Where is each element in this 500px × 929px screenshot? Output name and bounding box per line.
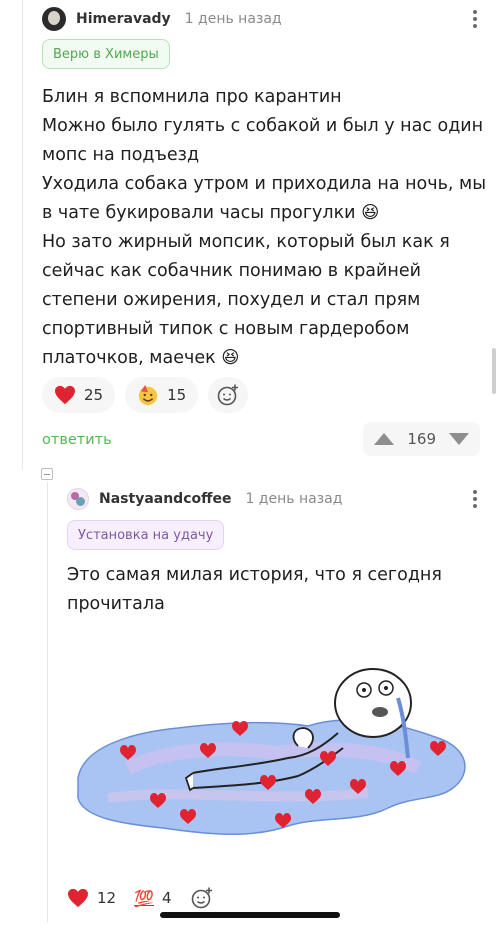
- reply-link[interactable]: ответить: [42, 432, 112, 448]
- avatar[interactable]: [67, 488, 89, 510]
- comment-header: Himeravady 1 день назад: [42, 6, 480, 32]
- timestamp[interactable]: 1 день назад: [185, 11, 282, 27]
- upvote-icon[interactable]: [373, 432, 395, 446]
- more-options-icon[interactable]: [470, 488, 480, 510]
- avatar[interactable]: [42, 7, 66, 31]
- reply-line: прочитала: [67, 594, 165, 614]
- rating-value: 169: [407, 430, 436, 448]
- comment-line: Но зато жирный мопсик, который был как я: [42, 232, 450, 252]
- reaction-count: 15: [167, 386, 187, 404]
- heart-icon: [55, 385, 75, 405]
- comment-line: спортивный типок с новым гардеробом: [42, 319, 410, 339]
- reply-header: Nastyaandcoffee 1 день назад: [67, 486, 480, 512]
- scrollbar[interactable]: [492, 348, 496, 394]
- comment-footer: ответить 169: [42, 422, 480, 456]
- user-badge[interactable]: Верю в Химеры: [42, 39, 170, 69]
- comment-line: Блин я вспомнила про карантин: [42, 87, 342, 107]
- reaction-party-face[interactable]: 15: [125, 377, 199, 413]
- user-badge[interactable]: Установка на удачу: [67, 520, 225, 550]
- add-reaction-icon: [191, 887, 212, 909]
- username[interactable]: Himeravady: [76, 11, 171, 27]
- comment-line: платочков, маечек 😆: [42, 348, 240, 368]
- reaction-count: 12: [97, 889, 117, 907]
- reaction-count: 25: [84, 386, 104, 404]
- thread-line: [22, 0, 23, 470]
- party-face-icon: [138, 384, 158, 406]
- collapse-thread-button[interactable]: [41, 468, 53, 480]
- comment-line: Можно было гулять с собакой и был у нас …: [42, 116, 484, 136]
- hundred-points-icon: 💯: [134, 888, 155, 908]
- add-reaction-button[interactable]: [190, 880, 214, 916]
- add-reaction-icon: [217, 384, 239, 406]
- username[interactable]: Nastyaandcoffee: [99, 491, 231, 507]
- reply-line: Это самая милая история, что я сегодня: [67, 565, 442, 585]
- reaction-hundred[interactable]: 💯 4: [134, 880, 171, 916]
- downvote-icon[interactable]: [448, 432, 470, 446]
- comment-text: Блин я вспомнила про карантин Можно было…: [42, 83, 487, 373]
- comment-line: сейчас как собачник понимаю в крайней: [42, 261, 421, 281]
- comment-line: степени ожирения, похудел и стал прям: [42, 290, 421, 310]
- reaction-count: 4: [162, 889, 172, 907]
- timestamp[interactable]: 1 день назад: [245, 491, 342, 507]
- heart-icon: [68, 888, 88, 908]
- more-options-icon[interactable]: [470, 8, 480, 30]
- home-indicator[interactable]: [160, 912, 340, 918]
- comment-line: мопс на подъезд: [42, 145, 200, 165]
- reaction-heart[interactable]: 25: [42, 377, 116, 413]
- add-reaction-button[interactable]: [208, 377, 249, 413]
- reply-text: Это самая милая история, что я сегодня п…: [67, 561, 477, 619]
- thread-line: [47, 482, 48, 922]
- comment-line: в чате букировали часы прогулки 😆: [42, 203, 380, 223]
- meme-image[interactable]: [68, 628, 478, 860]
- reaction-heart[interactable]: 12: [67, 880, 116, 916]
- reactions-bar: 12 💯 4: [67, 880, 214, 916]
- reactions-bar: 25 15: [42, 377, 249, 413]
- vote-box: 169: [363, 422, 480, 456]
- comment-line: Уходила собака утром и приходила на ночь…: [42, 174, 487, 194]
